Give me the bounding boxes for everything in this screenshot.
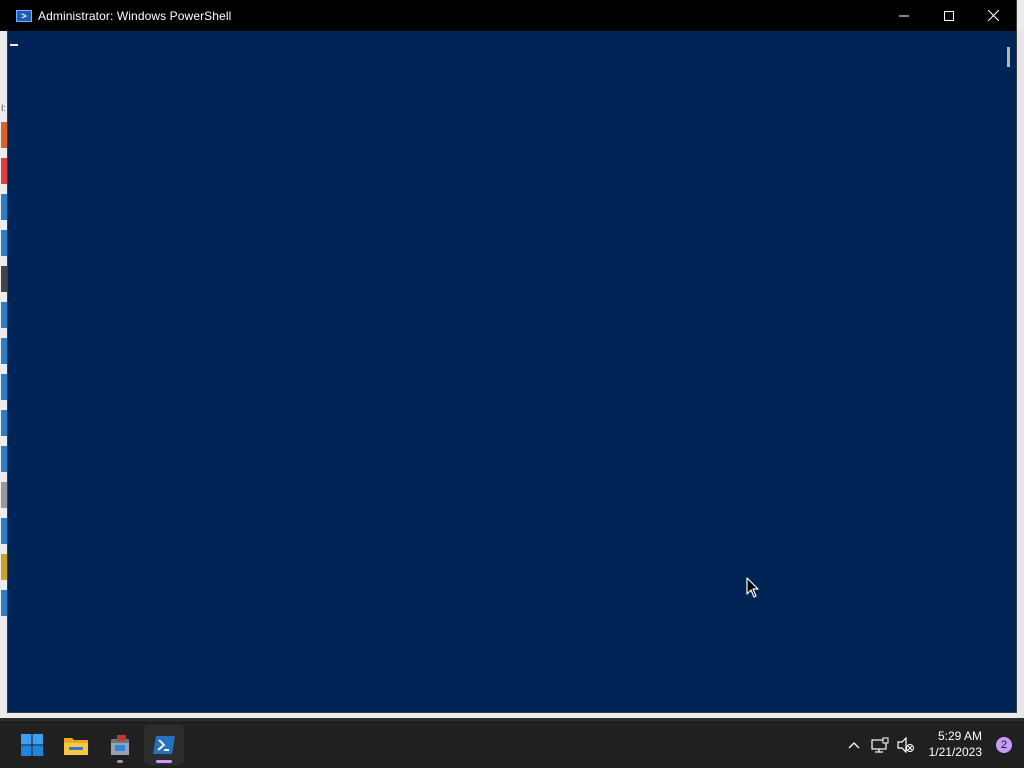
- running-indicator: [117, 760, 123, 763]
- network-icon: [871, 737, 889, 753]
- notification-badge[interactable]: 2: [996, 737, 1012, 753]
- clock[interactable]: 5:29 AM 1/21/2023: [929, 728, 982, 760]
- console-output-area[interactable]: [8, 31, 1002, 712]
- clock-date: 1/21/2023: [928, 745, 982, 759]
- background-window-edge: [1016, 30, 1024, 718]
- volume-muted-icon: [897, 737, 914, 753]
- maximize-button[interactable]: [926, 0, 971, 31]
- close-icon: [988, 10, 999, 21]
- title-bar[interactable]: > Administrator: Windows PowerShell: [0, 0, 1016, 31]
- window-title: Administrator: Windows PowerShell: [38, 8, 232, 23]
- powershell-taskbar-button[interactable]: [144, 725, 184, 765]
- mouse-pointer-icon: [746, 577, 760, 604]
- text-cursor: [10, 44, 18, 46]
- background-icon-strip: [0, 100, 8, 620]
- server-manager-button[interactable]: [100, 725, 140, 765]
- powershell-icon: [153, 736, 175, 754]
- active-indicator: [156, 760, 172, 763]
- windows-logo-icon: [21, 734, 43, 756]
- powershell-icon: >: [16, 9, 32, 22]
- tray-overflow-button[interactable]: [842, 721, 866, 768]
- folder-icon: [64, 738, 88, 755]
- system-tray: [842, 721, 918, 768]
- scrollbar-thumb[interactable]: [1007, 47, 1010, 67]
- powershell-window[interactable]: > Administrator: Windows PowerShell: [0, 0, 1016, 712]
- minimize-icon: [898, 15, 909, 16]
- start-button[interactable]: [12, 725, 52, 765]
- chevron-up-icon: [848, 742, 860, 749]
- vertical-scrollbar[interactable]: [1002, 31, 1016, 712]
- file-explorer-button[interactable]: [56, 725, 96, 765]
- window-controls: [881, 0, 1016, 31]
- maximize-icon: [943, 10, 954, 21]
- close-button[interactable]: [971, 0, 1016, 31]
- volume-button[interactable]: [894, 721, 918, 768]
- toolbox-icon: [111, 735, 129, 755]
- clock-time: 5:29 AM: [937, 729, 982, 743]
- taskbar: 5:29 AM 1/21/2023 2: [0, 720, 1024, 768]
- minimize-button[interactable]: [881, 0, 926, 31]
- network-button[interactable]: [866, 721, 894, 768]
